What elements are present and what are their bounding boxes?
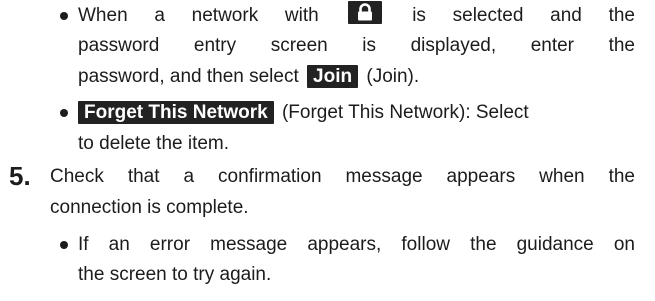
step-text-line: Check that a confirmation message appear… — [50, 166, 635, 187]
bullet-dot — [60, 109, 68, 117]
bullet-text: password, and then select — [78, 66, 299, 87]
bullet-text-line: Forget This Network (Forget This Network… — [78, 97, 635, 128]
bullet-text: (Forget This Network): Select — [281, 102, 529, 123]
bullet-text: When a network with — [78, 5, 319, 26]
bullet-dot — [60, 241, 68, 249]
bullet-text: (Join). — [366, 66, 420, 87]
bullet-dot — [60, 12, 68, 20]
step-number: 5. — [9, 161, 31, 191]
bullet-text-line: the screen to try again. — [78, 264, 272, 285]
bullet-text: is selected and the — [412, 5, 635, 26]
forget-network-button[interactable]: Forget This Network — [78, 101, 274, 124]
lock-icon — [348, 1, 383, 24]
bullet-text-line: password, and then select Join (Join). — [78, 61, 635, 92]
bullet-text-line: If an error message appears, follow the … — [78, 234, 635, 255]
bullet-text-line: password entry screen is displayed, ente… — [78, 35, 635, 56]
join-button[interactable]: Join — [307, 65, 359, 88]
bullet-text-line: When a network with is selected and the — [78, 0, 635, 31]
bullet-text-line: to delete the item. — [78, 133, 230, 154]
step-text-line: connection is complete. — [50, 197, 249, 218]
